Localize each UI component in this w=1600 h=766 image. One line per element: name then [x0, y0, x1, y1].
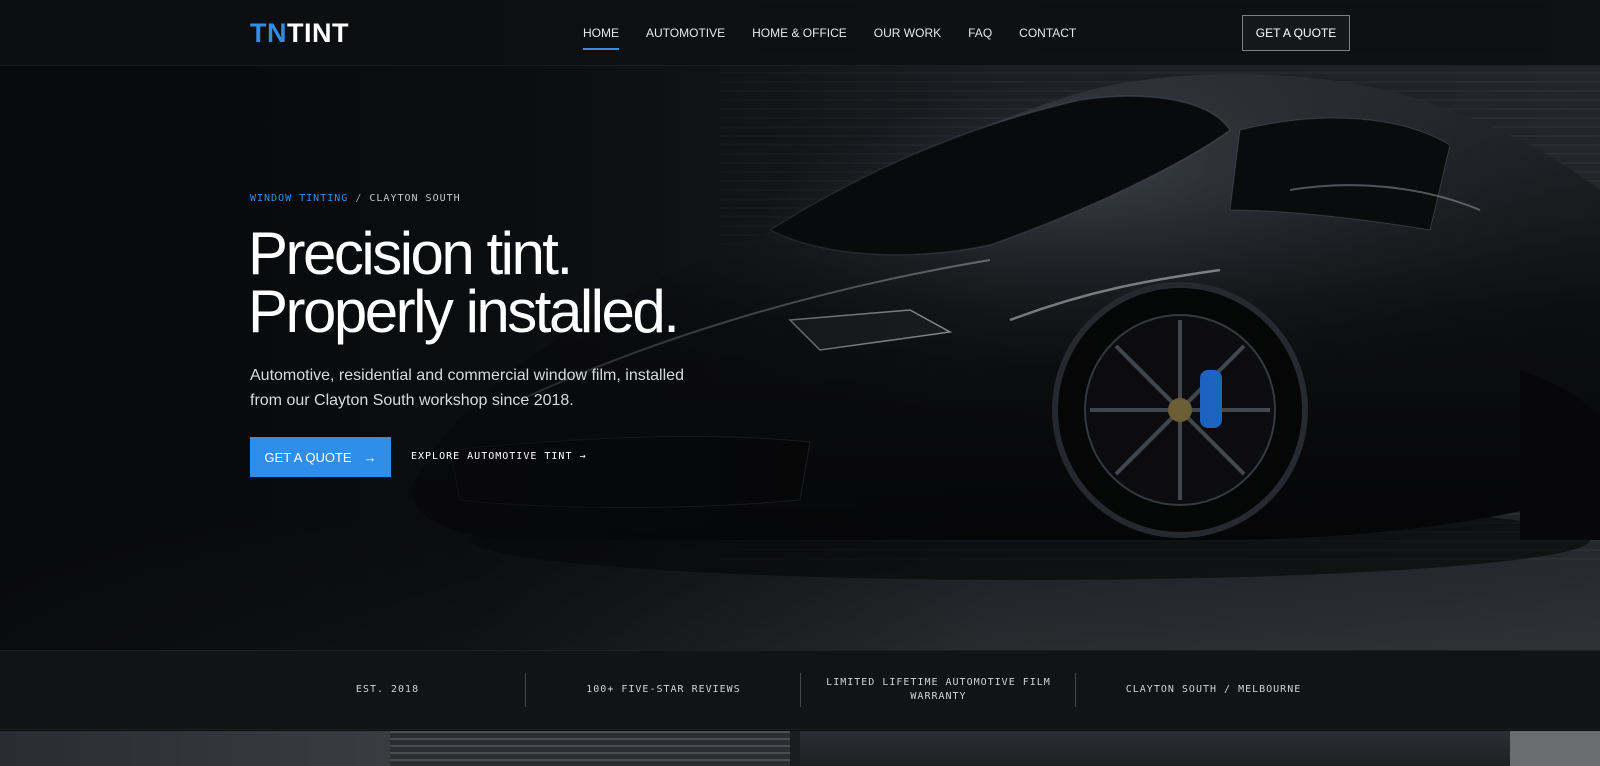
- header-get-quote-button[interactable]: GET A QUOTE: [1242, 15, 1350, 51]
- nav-faq[interactable]: FAQ: [968, 0, 992, 66]
- preview-image-office: [800, 731, 1510, 766]
- site-header: TNTINT HOME AUTOMOTIVE HOME & OFFICE OUR…: [0, 0, 1600, 66]
- hero-get-quote-label: GET A QUOTE: [264, 449, 352, 465]
- stat-reviews: 100+ FIVE-STAR REVIEWS: [586, 684, 741, 695]
- nav-our-work[interactable]: OUR WORK: [874, 0, 941, 66]
- eyebrow-separator: /: [355, 193, 363, 204]
- hero-background: [0, 0, 1600, 650]
- main-nav: HOME AUTOMOTIVE HOME & OFFICE OUR WORK F…: [583, 0, 1103, 66]
- explore-automotive-tint-link[interactable]: EXPLORE AUTOMOTIVE TINT →: [411, 451, 587, 462]
- stat-established: EST. 2018: [355, 684, 420, 695]
- stat-location: CLAYTON SOUTH / MELBOURNE: [1125, 684, 1302, 695]
- eyebrow-location: CLAYTON SOUTH: [369, 193, 461, 204]
- next-section-preview: [0, 731, 1600, 766]
- headline-line-2: Properly installed.: [248, 278, 680, 345]
- nav-contact[interactable]: CONTACT: [1019, 0, 1076, 66]
- eyebrow-service: WINDOW TINTING: [250, 193, 349, 204]
- hero-get-quote-button[interactable]: GET A QUOTE →: [250, 437, 391, 477]
- nav-home[interactable]: HOME: [583, 0, 619, 66]
- stat-warranty: LIMITED LIFETIME AUTOMOTIVE FILM WARRANT…: [826, 677, 1051, 702]
- headline-line-1: Precision tint.: [248, 220, 573, 287]
- hero-subtext: Automotive, residential and commercial w…: [250, 367, 684, 409]
- preview-image-workshop: [0, 731, 390, 766]
- tntint-logo[interactable]: TNTINT: [250, 18, 349, 48]
- logo-part-tint: TINT: [287, 18, 349, 48]
- preview-image-garage-door: [390, 731, 790, 766]
- preview-image-edge: [1510, 731, 1600, 766]
- nav-automotive[interactable]: AUTOMOTIVE: [646, 0, 725, 66]
- stats-bar: EST. 2018 100+ FIVE-STAR REVIEWS LIMITED…: [0, 650, 1600, 730]
- hero-eyebrow: WINDOW TINTING / CLAYTON SOUTH: [250, 193, 461, 204]
- hero-headline: Precision tint. Properly installed.: [248, 220, 680, 345]
- arrow-right-icon: →: [363, 449, 377, 465]
- hero-overlay: [0, 0, 1600, 650]
- logo-part-tn: TN: [250, 18, 287, 48]
- nav-home-office[interactable]: HOME & OFFICE: [752, 0, 847, 66]
